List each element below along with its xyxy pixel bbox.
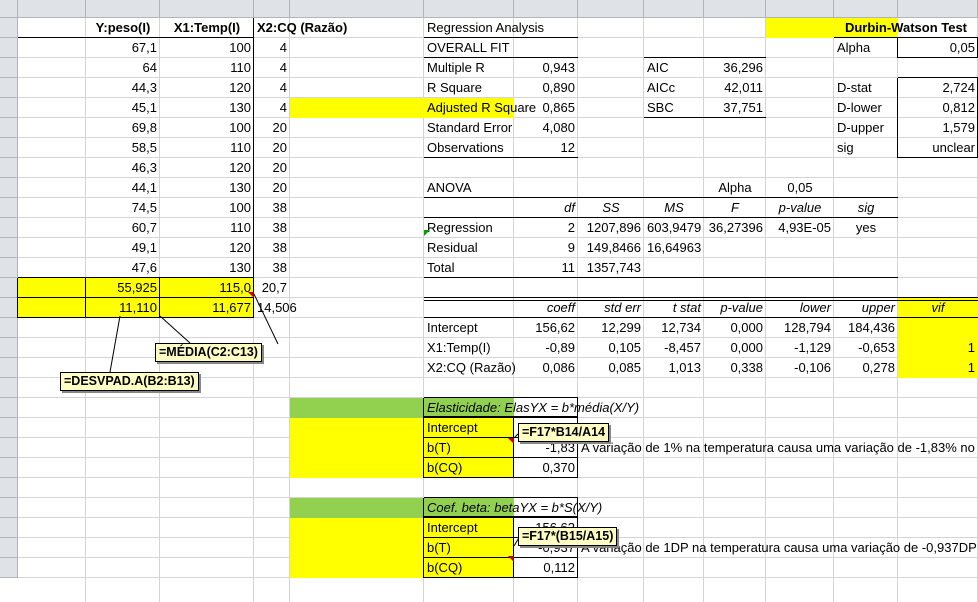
comment-indicator <box>508 438 514 444</box>
arrow-media <box>253 293 279 345</box>
comment-indicator <box>508 556 514 562</box>
beta-formula-callout: =F17*(B15/A15) <box>518 527 618 546</box>
arrow-media-2 <box>159 315 191 344</box>
spreadsheet[interactable]: Y:peso(I) X1:Temp(I) X2:CQ (Razão) 67,1 100 4… <box>0 0 978 602</box>
media-callout: =MÉDIA(C2:C13) <box>155 343 262 362</box>
elas-formula-callout: =F17*B14/A14 <box>518 423 610 442</box>
desvpad-callout: =DESVPAD.A(B2:B13) <box>60 372 199 391</box>
arrow-desvpad <box>109 315 121 373</box>
comment-indicator <box>248 292 254 298</box>
callout-arrows <box>109 230 521 562</box>
error-indicator <box>424 230 430 236</box>
